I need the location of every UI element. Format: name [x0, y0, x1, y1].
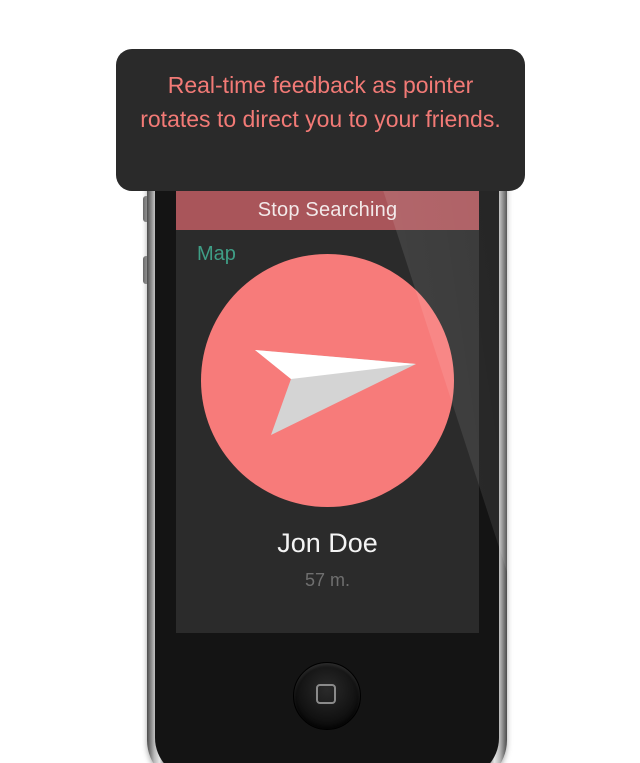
arrow-pointer-icon: [255, 350, 416, 435]
friend-distance: 57 m.: [304, 570, 351, 590]
stage: Stop Searching Map Jon Doe 57 m. Real-ti…: [0, 0, 640, 763]
home-square-icon: [316, 684, 336, 704]
home-button[interactable]: [293, 662, 361, 730]
feature-tooltip: Real-time feedback as pointer rotates to…: [116, 49, 525, 191]
pointer-compass: [201, 254, 454, 507]
friend-name: Jon Doe: [277, 528, 378, 558]
stop-searching-button[interactable]: Stop Searching: [176, 190, 479, 230]
